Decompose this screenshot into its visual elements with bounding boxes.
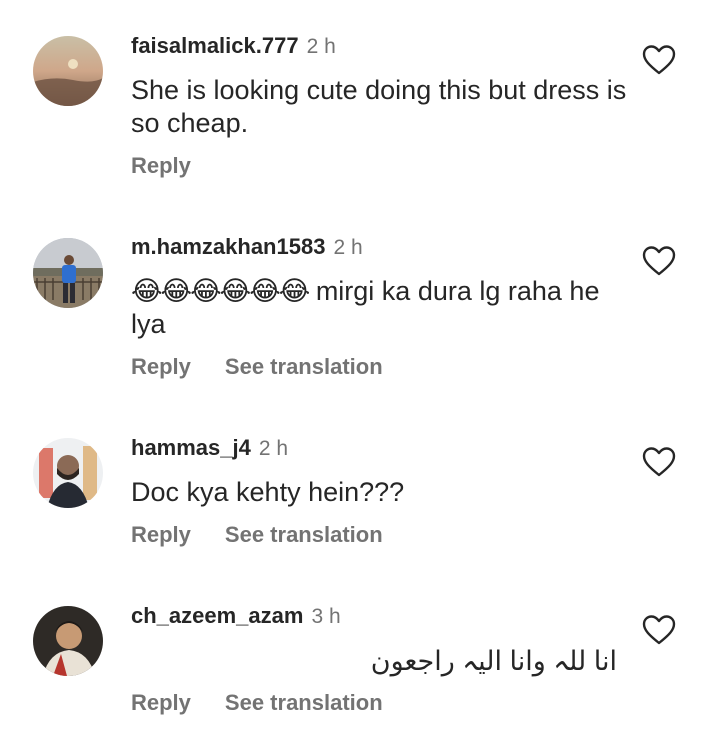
avatar[interactable] — [33, 238, 103, 308]
person-portrait-avatar — [33, 606, 103, 676]
reply-button[interactable]: Reply — [131, 153, 191, 179]
reply-button[interactable]: Reply — [131, 354, 191, 380]
avatar[interactable] — [33, 36, 103, 106]
heart-outline-icon[interactable] — [642, 245, 676, 277]
laughing-emoji-group: 😂😂😂😂😂😂 — [131, 276, 310, 306]
comment-text: Doc kya kehty hein??? — [131, 477, 405, 507]
heart-outline-icon[interactable] — [642, 44, 676, 76]
comment-text: 😂😂😂😂😂😂 mirgi ka dura lg raha he lya — [131, 275, 641, 341]
reply-button[interactable]: Reply — [131, 690, 191, 716]
username[interactable]: faisalmalick.777 — [131, 33, 299, 58]
username[interactable]: ch_azeem_azam — [131, 603, 303, 628]
see-translation-button[interactable]: See translation — [225, 522, 383, 548]
see-translation-button[interactable]: See translation — [225, 354, 383, 380]
username[interactable]: hammas_j4 — [131, 435, 251, 460]
see-translation-button[interactable]: See translation — [225, 690, 383, 716]
comment-text: She is looking cute doing this but dress… — [131, 75, 627, 138]
reply-button[interactable]: Reply — [131, 522, 191, 548]
heart-outline-icon[interactable] — [642, 446, 676, 478]
timestamp: 2 h — [306, 35, 336, 58]
heart-outline-icon[interactable] — [642, 614, 676, 646]
person-outdoors-avatar — [33, 238, 103, 308]
timestamp: 2 h — [258, 437, 289, 460]
avatar[interactable] — [33, 438, 103, 508]
timestamp: 3 h — [311, 605, 341, 628]
comment-text: انا للہ وانا الیہ راجعون — [370, 646, 617, 676]
timestamp: 2 h — [333, 236, 363, 259]
sunset-photo-avatar — [33, 36, 103, 106]
username[interactable]: m.hamzakhan1583 — [131, 234, 325, 259]
person-selfie-avatar — [33, 438, 103, 508]
avatar[interactable] — [33, 606, 103, 676]
